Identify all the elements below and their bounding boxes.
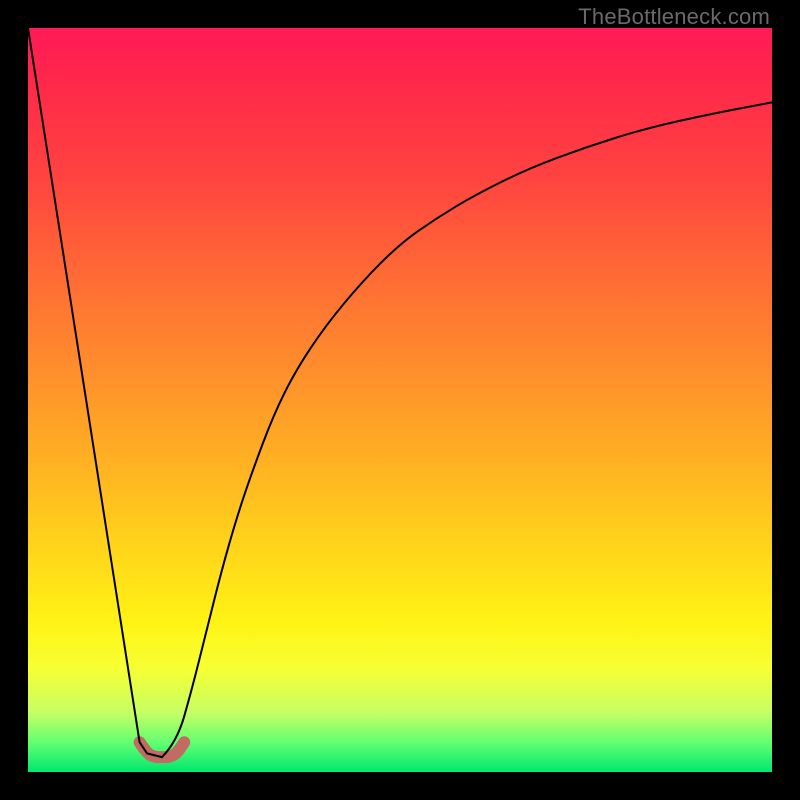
chart-svg <box>28 28 772 772</box>
curve-left <box>28 28 162 757</box>
plot-area <box>28 28 772 772</box>
watermark-label: TheBottleneck.com <box>578 4 770 30</box>
curve-right <box>162 102 772 757</box>
valley-marker <box>140 742 185 757</box>
chart-frame: TheBottleneck.com <box>0 0 800 800</box>
